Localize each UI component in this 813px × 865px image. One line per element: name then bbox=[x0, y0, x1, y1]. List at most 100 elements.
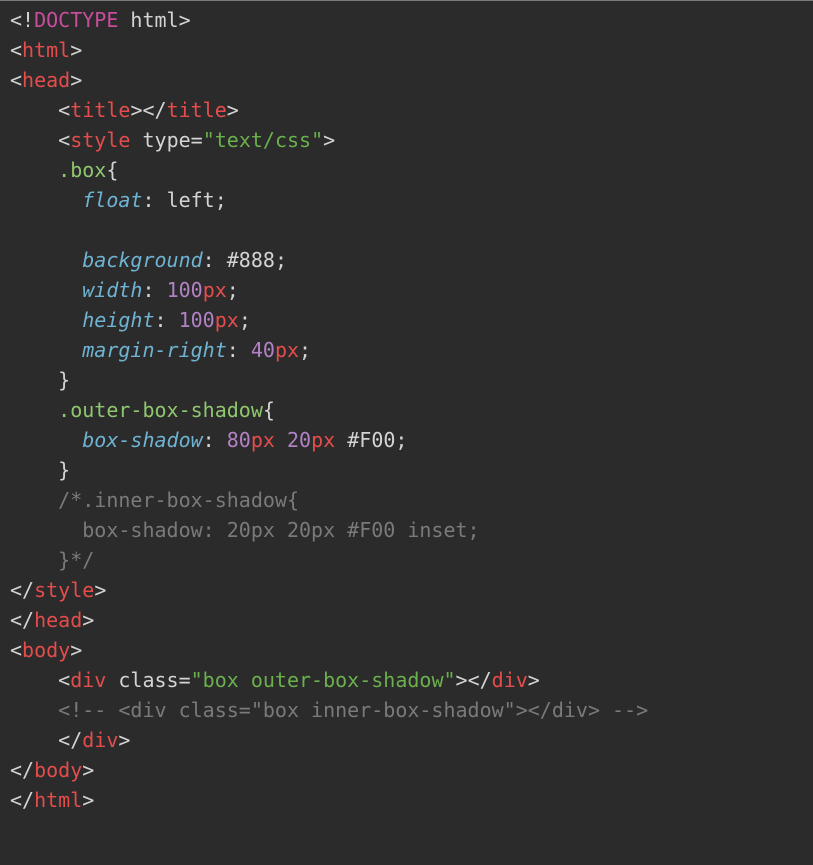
code-token: > bbox=[70, 38, 82, 62]
code-token: 100 bbox=[167, 278, 203, 302]
code-line: </body> bbox=[10, 755, 803, 785]
code-token: </ bbox=[10, 728, 82, 752]
code-line: </div> bbox=[10, 725, 803, 755]
code-line: <div class="box outer-box-shadow"></div> bbox=[10, 665, 803, 695]
code-token: <!-- <div class="box inner-box-shadow"><… bbox=[10, 698, 648, 722]
code-line: </html> bbox=[10, 785, 803, 815]
code-token: html> bbox=[118, 8, 190, 32]
code-token: style bbox=[70, 128, 130, 152]
code-line: }*/ bbox=[10, 545, 803, 575]
code-line: float: left; bbox=[10, 185, 803, 215]
code-token: .box bbox=[58, 158, 106, 182]
code-token: > bbox=[82, 788, 94, 812]
code-token: : bbox=[142, 278, 166, 302]
code-token: title bbox=[167, 98, 227, 122]
code-token bbox=[10, 308, 82, 332]
code-token: box-shadow: 20px 20px #F00 inset; bbox=[10, 518, 480, 542]
code-token: ; bbox=[227, 278, 239, 302]
code-token: html bbox=[22, 38, 70, 62]
code-token: > bbox=[94, 578, 106, 602]
code-token: /*.inner-box-shadow{ bbox=[10, 488, 299, 512]
code-token: type= bbox=[142, 128, 202, 152]
code-line: height: 100px; bbox=[10, 305, 803, 335]
code-token: < bbox=[10, 638, 22, 662]
code-token: .outer-box-shadow bbox=[58, 398, 263, 422]
code-line: } bbox=[10, 365, 803, 395]
code-token: < bbox=[10, 98, 70, 122]
code-token: } bbox=[10, 458, 70, 482]
code-line: <!DOCTYPE html> bbox=[10, 5, 803, 35]
code-token: < bbox=[10, 68, 22, 92]
code-token bbox=[10, 338, 82, 362]
code-token: </ bbox=[10, 608, 34, 632]
code-line: margin-right: 40px; bbox=[10, 335, 803, 365]
code-line: </style> bbox=[10, 575, 803, 605]
code-token: ></ bbox=[456, 668, 492, 692]
code-token: background bbox=[82, 248, 202, 272]
code-token: body bbox=[34, 758, 82, 782]
code-token: head bbox=[22, 68, 70, 92]
code-token: : bbox=[227, 338, 251, 362]
code-token: height bbox=[82, 308, 154, 332]
code-token: px bbox=[311, 428, 335, 452]
code-token: html bbox=[34, 788, 82, 812]
code-line: box-shadow: 20px 20px #F00 inset; bbox=[10, 515, 803, 545]
code-token: </ bbox=[10, 758, 34, 782]
code-token: #888 bbox=[227, 248, 275, 272]
code-token: margin-right bbox=[82, 338, 227, 362]
code-token: : bbox=[203, 248, 227, 272]
code-line: box-shadow: 80px 20px #F00; bbox=[10, 425, 803, 455]
code-token bbox=[10, 278, 82, 302]
code-token: div bbox=[492, 668, 528, 692]
code-line: background: #888; bbox=[10, 245, 803, 275]
code-token: 100 bbox=[179, 308, 215, 332]
highlight-box bbox=[10, 815, 276, 865]
code-token: } bbox=[10, 368, 70, 392]
code-token: "text/css" bbox=[203, 128, 323, 152]
code-token: px bbox=[203, 278, 227, 302]
code-token: > bbox=[82, 608, 94, 632]
code-token: #F00 bbox=[347, 428, 395, 452]
code-token bbox=[10, 248, 82, 272]
code-token: <! bbox=[10, 8, 34, 32]
code-token bbox=[106, 668, 118, 692]
code-token: float bbox=[82, 188, 142, 212]
code-token bbox=[130, 128, 142, 152]
code-token bbox=[10, 428, 82, 452]
code-token: > bbox=[323, 128, 335, 152]
code-token: title bbox=[70, 98, 130, 122]
code-line: <html> bbox=[10, 35, 803, 65]
code-token bbox=[10, 398, 58, 422]
code-line: <body> bbox=[10, 635, 803, 665]
code-line: width: 100px; bbox=[10, 275, 803, 305]
code-lines: <!DOCTYPE html><html><head> <title></tit… bbox=[10, 5, 803, 815]
code-token: > bbox=[118, 728, 130, 752]
code-token: class= bbox=[118, 668, 190, 692]
code-line: .outer-box-shadow{ bbox=[10, 395, 803, 425]
code-line: <title></title> bbox=[10, 95, 803, 125]
code-token: { bbox=[106, 158, 118, 182]
code-token: < bbox=[10, 668, 70, 692]
code-token: > bbox=[528, 668, 540, 692]
code-token: div bbox=[70, 668, 106, 692]
code-token: ; bbox=[275, 248, 287, 272]
code-token: ; bbox=[239, 308, 251, 332]
code-token: : bbox=[142, 188, 166, 212]
code-token: ></ bbox=[130, 98, 166, 122]
code-line: <style type="text/css"> bbox=[10, 125, 803, 155]
code-token bbox=[335, 428, 347, 452]
code-token: px bbox=[251, 428, 275, 452]
code-token: DOCTYPE bbox=[34, 8, 118, 32]
code-token: left bbox=[167, 188, 215, 212]
code-token: > bbox=[70, 638, 82, 662]
code-line: </head> bbox=[10, 605, 803, 635]
code-token: 20 bbox=[287, 428, 311, 452]
code-token: </ bbox=[10, 788, 34, 812]
code-token: < bbox=[10, 38, 22, 62]
code-token: ; bbox=[299, 338, 311, 362]
code-token: > bbox=[82, 758, 94, 782]
code-token: width bbox=[82, 278, 142, 302]
code-token: : bbox=[203, 428, 227, 452]
code-token: ; bbox=[395, 428, 407, 452]
code-token: > bbox=[227, 98, 239, 122]
